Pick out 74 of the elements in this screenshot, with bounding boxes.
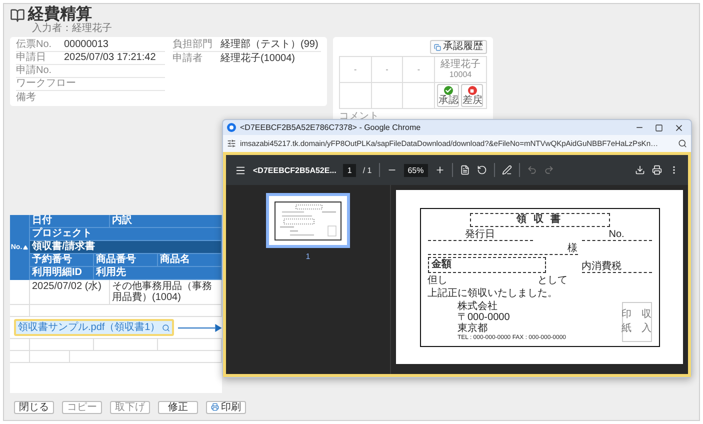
fit-page-icon[interactable] (460, 165, 470, 175)
issue-date-label: 発行日 (465, 228, 495, 240)
table-cell: 2025/07/02 (水) (30, 280, 110, 304)
redo-icon[interactable] (544, 165, 554, 175)
field-value: 2025/07/03 17:21:42 (64, 52, 156, 64)
field-label: 申請No. (16, 65, 53, 77)
reject-button[interactable]: 差戻 (461, 84, 484, 107)
sort-icon[interactable] (23, 245, 28, 250)
pointer-arrow (178, 324, 222, 332)
column-header: 日付 (30, 215, 110, 227)
amount-label: 金額 (428, 256, 546, 272)
receipt-statement: 上記正に領収いたしました。 (428, 288, 558, 298)
column-header: 商品番号 (94, 254, 158, 266)
stop-icon (468, 86, 477, 95)
approval-history-button[interactable]: 承認履歴 (430, 40, 487, 54)
footer-button[interactable]: 印刷 (206, 400, 246, 414)
zoom-field[interactable]: 65% (404, 164, 428, 176)
approve-button[interactable]: 承認 (437, 84, 460, 107)
attachment-link[interactable]: 領収書サンプル.pdf（領収書1） (18, 322, 160, 333)
number-label: No. (608, 228, 624, 240)
field-label: ワークフロー (16, 78, 76, 90)
page-thumbnail[interactable] (266, 193, 350, 248)
close-icon[interactable] (674, 122, 684, 132)
site-settings-icon[interactable] (227, 139, 236, 148)
column-header: 利用明細ID (30, 267, 94, 279)
field-label: 伝票No. (16, 39, 53, 51)
field-value: 経理花子(10004) (220, 52, 295, 64)
field-value: 経理部（テスト）(99) (220, 39, 318, 51)
footer-button[interactable]: 閉じる (14, 400, 54, 414)
issuer-line: 東京都 (458, 322, 488, 334)
field-label: 申請日 (16, 52, 47, 64)
browser-logo-icon (227, 123, 236, 132)
pen-icon[interactable] (502, 165, 512, 175)
download-icon[interactable] (635, 165, 645, 175)
file-name: <D7EEBCF2B5A52E... (253, 166, 336, 174)
rotate-icon[interactable] (476, 165, 487, 175)
field-label: 申請者 (172, 52, 204, 64)
page-count: / 1 (362, 166, 372, 174)
approver-name: - (354, 64, 357, 74)
stamp-text: 印 収 (622, 310, 652, 320)
tax-label: 内消費税 (582, 260, 622, 272)
approver-code: 10004 (449, 70, 472, 80)
stamp-text: 紙 入 (622, 324, 652, 334)
undo-icon[interactable] (526, 165, 537, 175)
page-title: 経費精算 (28, 7, 92, 23)
approver-name: 経理花子 (440, 59, 480, 70)
column-header: 予約番号 (30, 254, 94, 266)
field-value: 00000013 (64, 39, 108, 51)
page-label: 1 (306, 252, 310, 261)
issuer-line: 株式会社 (458, 300, 498, 312)
receipt-thumbnail-drawing (274, 200, 342, 240)
check-icon (444, 86, 453, 95)
footer-button[interactable]: 修正 (158, 400, 198, 414)
approver-name: - (386, 64, 388, 74)
page-subtitle: 入力者：経理花子 (32, 23, 112, 34)
zoom-in-icon[interactable] (434, 165, 445, 175)
addressee-suffix: 様 (568, 242, 578, 254)
page-number-field[interactable]: 1 (343, 164, 356, 176)
menu-icon[interactable] (235, 164, 246, 176)
printer-icon (211, 403, 219, 411)
field-label: 備考 (16, 92, 37, 104)
maximize-icon[interactable] (655, 124, 663, 132)
purpose-suffix: として (538, 274, 568, 286)
receipt-title: 領 収 書 (470, 212, 610, 226)
search-icon[interactable] (678, 139, 687, 148)
field-label: 負担部門 (172, 39, 214, 51)
book-icon (10, 8, 25, 22)
window-title: <D7EEBCF2B5A52E786C7378> - Google Chrome (240, 123, 422, 132)
copy-icon (434, 44, 441, 50)
issuer-line: 〒000-0000 (458, 312, 511, 322)
approver-name: - (417, 64, 420, 74)
purpose-prefix: 但し (428, 274, 448, 286)
search-icon[interactable] (162, 324, 170, 332)
print-icon[interactable] (652, 165, 662, 175)
